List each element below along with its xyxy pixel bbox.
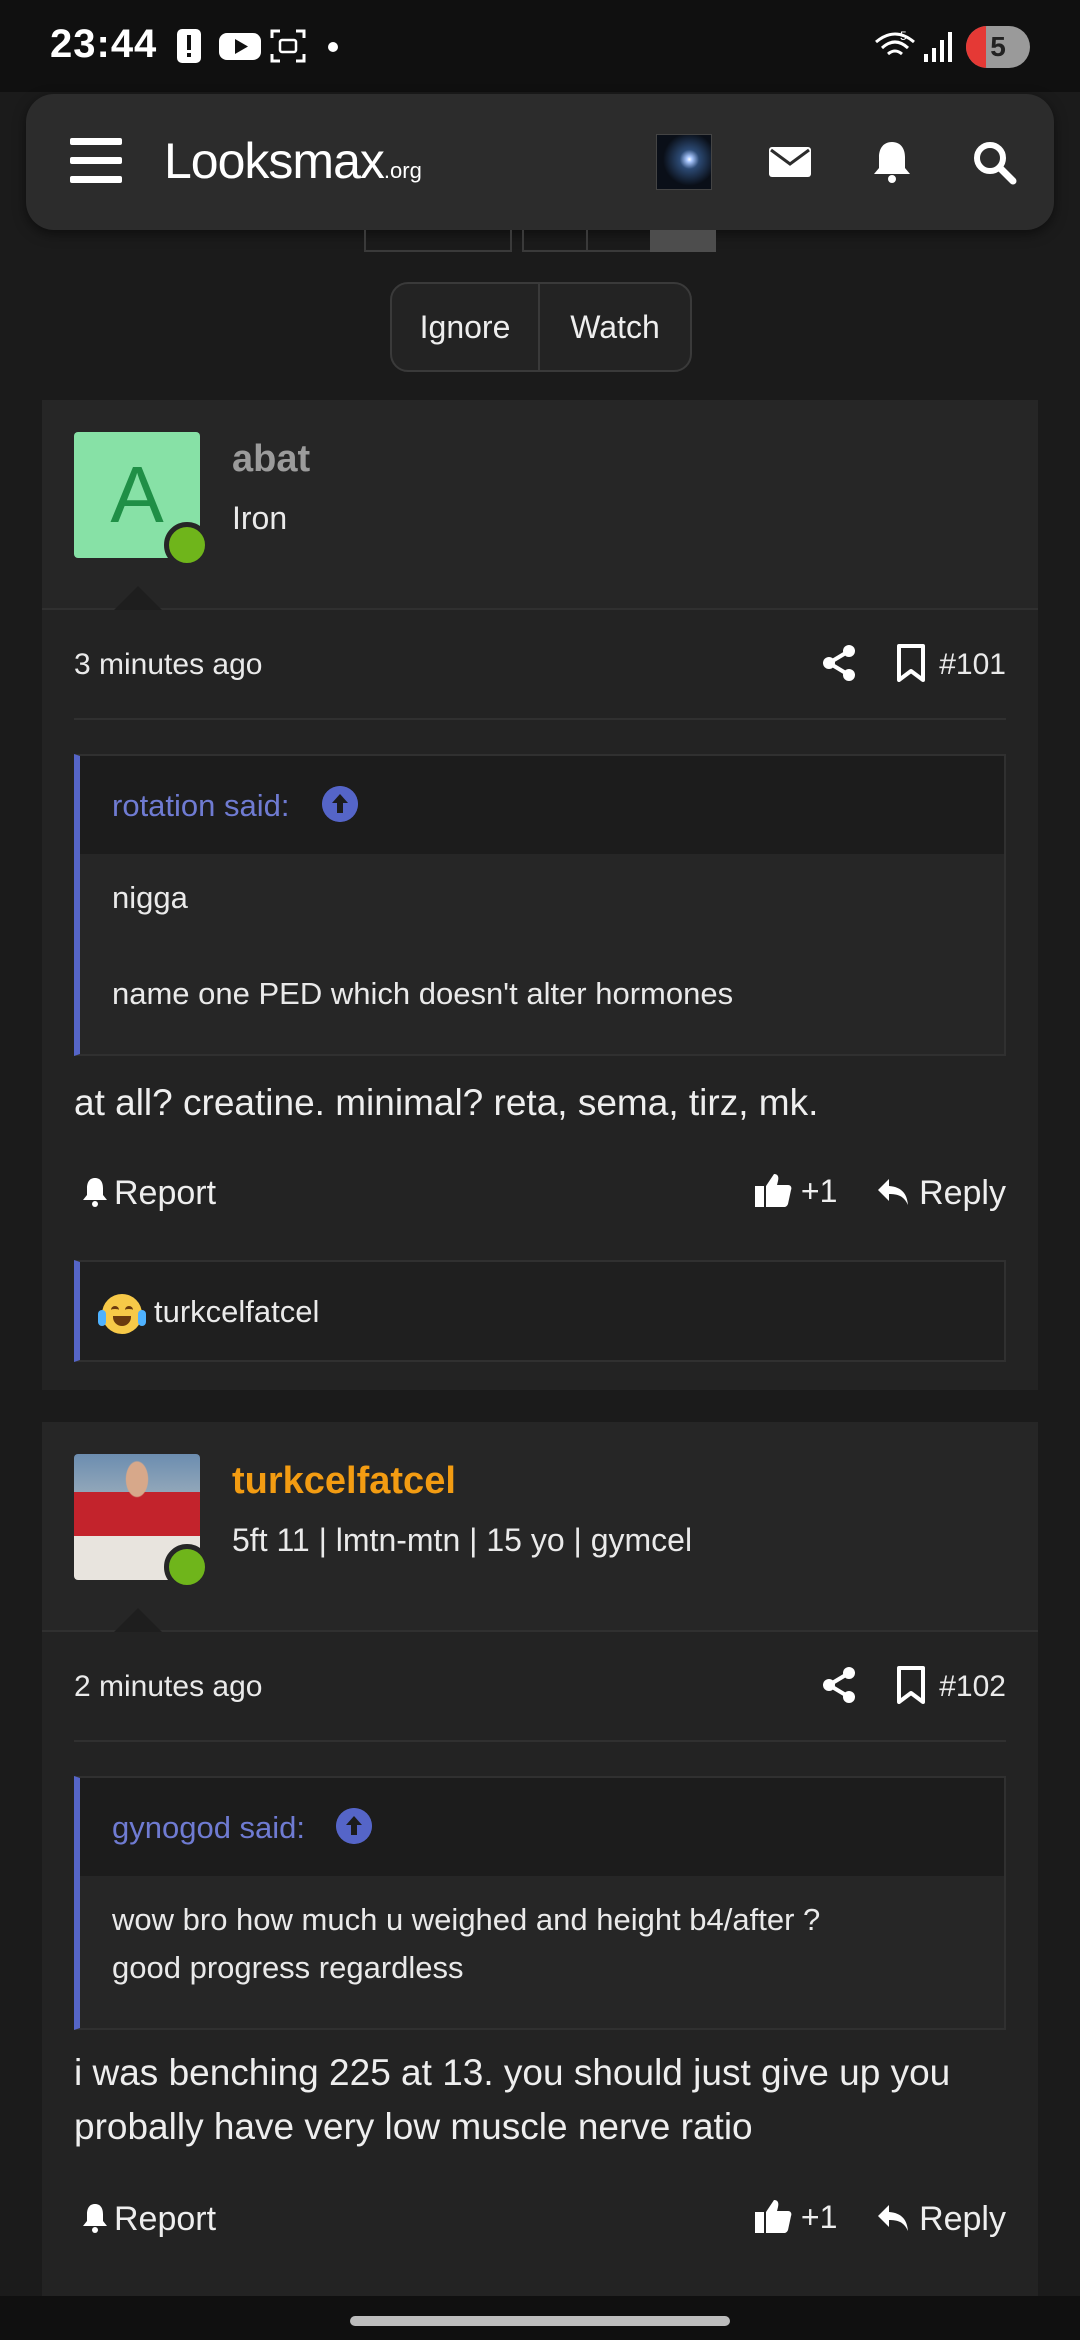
quote-line: nigga	[112, 880, 188, 915]
youtube-icon	[219, 33, 261, 60]
mail-icon[interactable]	[766, 138, 814, 186]
bookmark-icon[interactable]	[894, 1666, 928, 1704]
crying-laughing-emoji-icon	[98, 1294, 146, 1334]
like-button[interactable]: +1	[754, 1172, 837, 1210]
post-content: i was benching 225 at 13. you should jus…	[74, 2046, 950, 2154]
post-102: turkcelfatcel 5ft 11 | lmtn-mtn | 15 yo …	[42, 1422, 1038, 2296]
post-meta: 3 minutes ago #101	[74, 612, 1006, 720]
site-header: Looksmax.org	[26, 94, 1054, 230]
quote-block: gynogod said: wow bro how much u weighed…	[74, 1776, 1006, 2030]
post-actions: Report +1 Reply	[74, 2194, 1006, 2254]
bookmark-icon[interactable]	[894, 644, 928, 682]
post-content-line: i was benching 225 at 13. you should jus…	[74, 2052, 951, 2093]
notification-dot-icon	[328, 42, 338, 52]
pagination-current[interactable]	[650, 230, 716, 252]
status-bar: 23:44 5 5	[0, 0, 1080, 92]
search-icon[interactable]	[970, 138, 1018, 186]
quote-author[interactable]: rotation said:	[112, 788, 290, 824]
pagination-remnant	[364, 230, 512, 252]
pagination-remnant	[522, 230, 588, 252]
post-meta: 2 minutes ago #102	[74, 1634, 1006, 1742]
post-user-bar: A abat Iron	[42, 400, 1038, 610]
site-logo[interactable]: Looksmax.org	[164, 132, 422, 190]
avatar[interactable]: A	[74, 432, 210, 568]
post-actions: Report +1 Reply	[74, 1168, 1006, 1228]
reactions-bar[interactable]: turkcelfatcel	[74, 1260, 1006, 1362]
reply-icon	[877, 1179, 908, 1205]
signal-icon	[924, 32, 952, 62]
status-time: 23:44	[50, 22, 158, 66]
reaction-username[interactable]: turkcelfatcel	[154, 1294, 319, 1330]
menu-icon[interactable]	[70, 138, 122, 184]
thumbs-up-icon	[755, 2200, 792, 2233]
quote-line: wow bro how much u weighed and height b4…	[112, 1902, 821, 1937]
share-icon[interactable]	[820, 1666, 858, 1704]
post-number[interactable]: #101	[939, 648, 1006, 682]
bell-icon	[83, 1178, 107, 1207]
arrow-up-circle-icon[interactable]	[336, 1808, 372, 1844]
thread-controls: Ignore Watch	[390, 282, 692, 372]
battery-indicator: 5	[966, 26, 1030, 68]
system-navigation-bar	[0, 2296, 1080, 2340]
share-icon[interactable]	[820, 644, 858, 682]
wifi-icon: 5	[875, 29, 915, 56]
reply-button[interactable]: Reply	[876, 1174, 1006, 1213]
report-button[interactable]: Report	[80, 1174, 216, 1213]
post-timestamp[interactable]: 2 minutes ago	[74, 1670, 262, 1704]
quote-block: rotation said: nigga name one PED which …	[74, 754, 1006, 1056]
reply-button[interactable]: Reply	[876, 2200, 1006, 2239]
post-101: A abat Iron 3 minutes ago #101 rotation …	[42, 400, 1038, 1390]
post-timestamp[interactable]: 3 minutes ago	[74, 648, 262, 682]
quote-line: name one PED which doesn't alter hormone…	[112, 976, 734, 1011]
post-content-line: probally have very low muscle nerve rati…	[74, 2106, 753, 2147]
user-title: Iron	[232, 500, 288, 536]
post-number[interactable]: #102	[939, 1670, 1006, 1704]
online-status-icon	[164, 522, 210, 568]
arrow-up-circle-icon[interactable]	[322, 786, 358, 822]
screenshot-icon	[270, 29, 306, 63]
quote-author[interactable]: gynogod said:	[112, 1810, 305, 1846]
post-content: at all? creatine. minimal? reta, sema, t…	[74, 1082, 819, 1123]
alert-icon	[177, 29, 201, 63]
post-user-bar: turkcelfatcel 5ft 11 | lmtn-mtn | 15 yo …	[42, 1422, 1038, 1632]
bell-icon	[83, 2204, 107, 2233]
quote-line: good progress regardless	[112, 1950, 464, 1985]
report-button[interactable]: Report	[80, 2200, 216, 2239]
like-button[interactable]: +1	[754, 2198, 837, 2236]
user-title: 5ft 11 | lmtn-mtn | 15 yo | gymcel	[232, 1522, 693, 1558]
ignore-button[interactable]: Ignore	[392, 284, 540, 370]
watch-button[interactable]: Watch	[540, 284, 690, 370]
online-status-icon	[164, 1544, 210, 1590]
home-gesture-handle[interactable]	[350, 2316, 730, 2326]
svg-text:5: 5	[900, 29, 907, 43]
bell-icon[interactable]	[868, 138, 916, 186]
pagination-remnant	[586, 230, 652, 252]
username[interactable]: abat	[232, 438, 310, 481]
username[interactable]: turkcelfatcel	[232, 1460, 456, 1503]
user-avatar[interactable]	[656, 134, 712, 190]
avatar[interactable]	[74, 1454, 210, 1590]
reply-icon	[877, 2205, 908, 2231]
thumbs-up-icon	[755, 1174, 792, 1207]
